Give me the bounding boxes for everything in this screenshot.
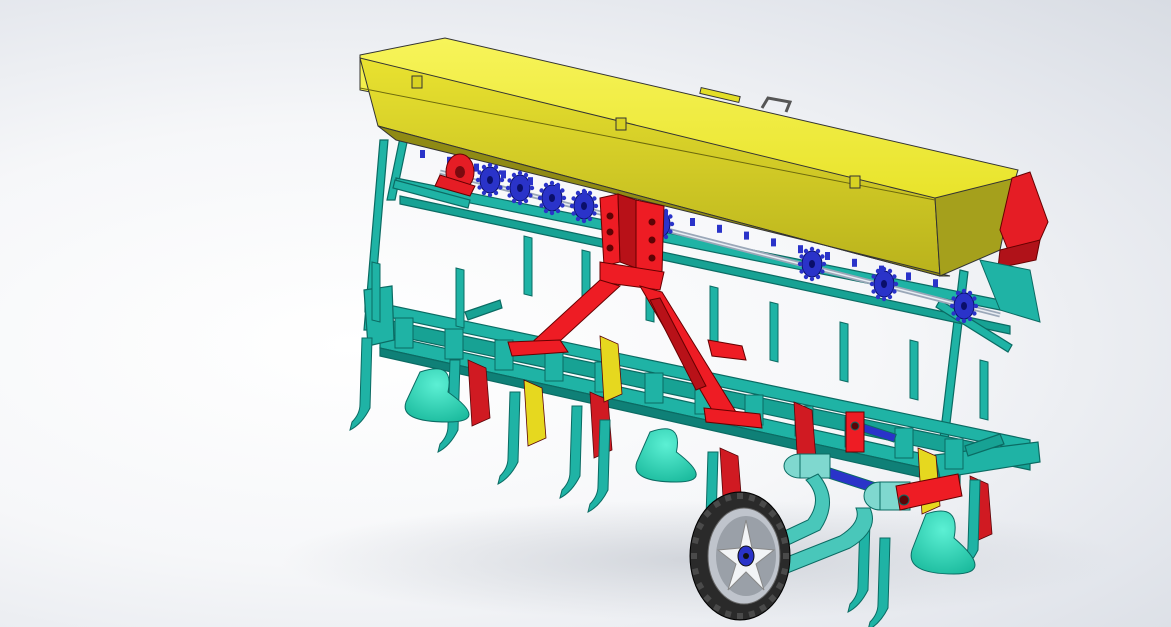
metering-cup: [798, 245, 803, 254]
shank-clamp: [544, 350, 564, 382]
metering-cup: [420, 150, 425, 158]
metering-cup: [717, 224, 722, 233]
shank-clamp: [394, 317, 414, 349]
metering-cup: [474, 163, 479, 172]
tine-post: [979, 359, 989, 421]
depth-wheel[interactable]: [689, 491, 791, 621]
metering-cup: [528, 177, 533, 186]
shank-clamp: [944, 438, 964, 470]
tine-post: [523, 235, 533, 297]
metering-cup: [690, 218, 695, 226]
metering-cup: [582, 190, 587, 199]
metering-cup: [879, 265, 884, 274]
cad-viewport[interactable]: [0, 0, 1171, 627]
tine-post: [909, 339, 919, 401]
furrow-opener: [599, 335, 623, 403]
seed-drill-model: [280, 37, 1120, 627]
sprocket: [475, 162, 505, 198]
tine-post: [371, 261, 381, 323]
tine-post: [455, 267, 465, 329]
metering-cup: [852, 258, 857, 267]
shank-clamp: [894, 427, 914, 459]
lid-latch[interactable]: [411, 75, 423, 89]
metering-cup: [933, 279, 938, 288]
metering-cup: [825, 252, 830, 260]
metering-cup: [744, 231, 749, 240]
shank-clamp: [644, 372, 664, 404]
seed-boot: [635, 428, 697, 483]
shank-clamp: [444, 328, 464, 360]
tine-shank: [497, 391, 521, 485]
tine-shank: [349, 337, 373, 431]
lid-latch[interactable]: [849, 175, 861, 189]
metering-cup: [501, 170, 506, 179]
tine-post: [709, 285, 719, 347]
metering-cup: [771, 238, 776, 247]
tine-shank: [559, 405, 583, 499]
tine-post: [839, 321, 849, 383]
metering-cup: [906, 272, 911, 281]
lid-handle[interactable]: [760, 96, 793, 113]
lid-latch[interactable]: [615, 117, 627, 131]
sprocket: [505, 170, 535, 206]
tine-post: [769, 301, 779, 363]
metering-cup: [555, 184, 560, 192]
